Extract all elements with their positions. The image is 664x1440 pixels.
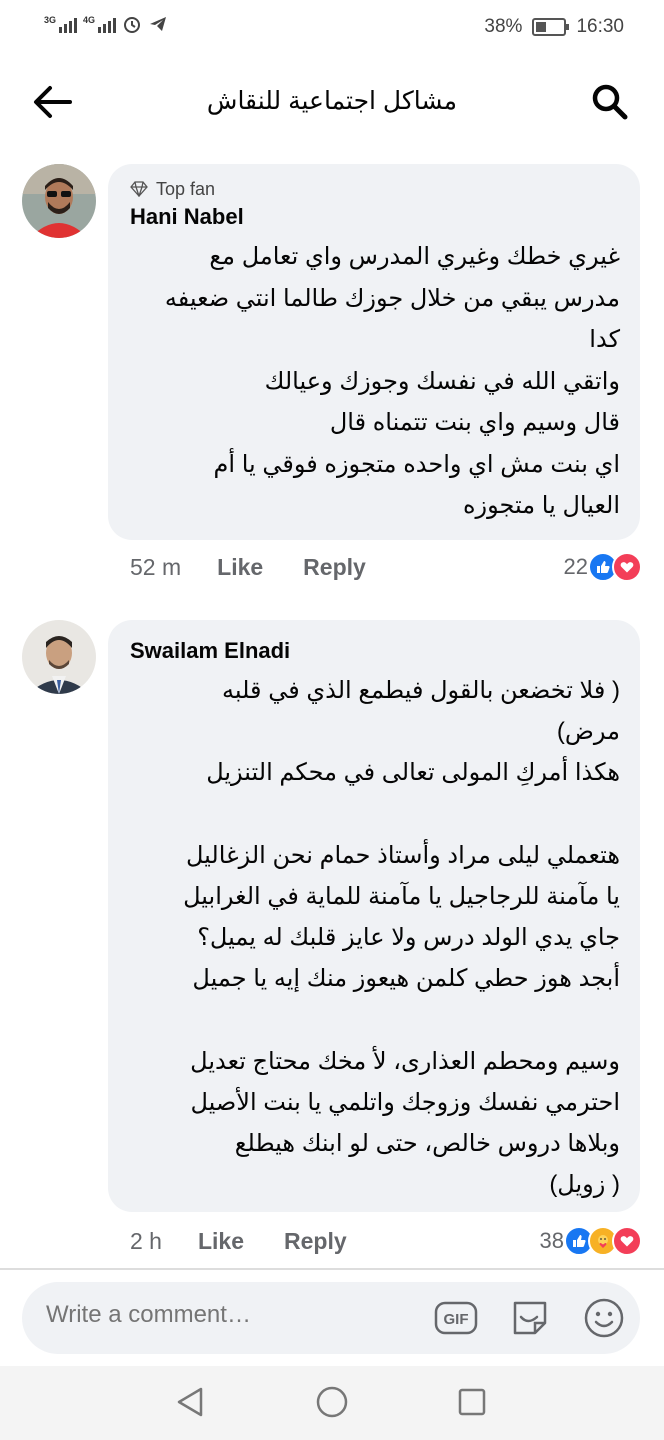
square-recents-icon — [458, 1388, 486, 1416]
sticker-button[interactable] — [508, 1296, 552, 1340]
nav-home-button[interactable] — [312, 1382, 352, 1422]
nav-back-button[interactable] — [170, 1382, 210, 1422]
reply-button[interactable]: Reply — [284, 1228, 347, 1255]
badge-label: Top fan — [156, 178, 216, 199]
battery-fill — [536, 22, 547, 32]
page-header: مشاكل اجتماعية للنقاش — [0, 56, 664, 148]
comment-text: غيري خطك وغيري المدرس واي تعامل مع مدرس … — [164, 243, 620, 519]
love-reaction-icon — [612, 1226, 642, 1256]
reaction-count: 22 — [563, 554, 588, 579]
status-bar: 3G 4G 38% 16:30 — [0, 0, 664, 56]
emoji-button[interactable] — [582, 1296, 626, 1340]
signal-3g-icon: 3G — [44, 15, 78, 33]
comment-time[interactable]: 52 m — [130, 554, 181, 581]
sticker-icon — [513, 1301, 547, 1335]
telegram-icon — [150, 17, 167, 31]
reply-button[interactable]: Reply — [303, 554, 366, 581]
gif-button[interactable]: GIF — [434, 1296, 478, 1340]
reaction-count: 38 — [539, 1228, 564, 1253]
gif-icon: GIF — [434, 1301, 478, 1335]
emoji-icon — [584, 1298, 624, 1338]
comment-time[interactable]: 2 h — [130, 1228, 162, 1255]
comment-author[interactable]: Hani Nabel — [130, 204, 620, 230]
comment-author[interactable]: Swailam Elnadi — [130, 638, 620, 664]
reactions-summary[interactable]: 38 — [540, 1226, 642, 1256]
search-button[interactable] — [586, 78, 634, 126]
circle-home-icon — [316, 1386, 348, 1418]
battery-percent: 38% — [484, 16, 523, 37]
alarm-icon — [124, 17, 141, 33]
comment-actions: 52 m Like Reply 22 — [130, 552, 642, 582]
comment-text: ( فلا تخضعن بالقول فيطمع الذي في قلبه مر… — [183, 677, 620, 1199]
comment-bubble[interactable]: Swailam Elnadi ( فلا تخضعن بالقول فيطمع … — [108, 620, 640, 1212]
avatar[interactable] — [22, 164, 96, 238]
system-nav-bar — [0, 1366, 664, 1440]
avatar[interactable] — [22, 620, 96, 694]
top-fan-badge: Top fan — [130, 178, 620, 200]
comment-composer[interactable]: GIF — [22, 1282, 640, 1354]
comment-actions: 2 h Like Reply 38 — [130, 1226, 642, 1256]
like-button[interactable]: Like — [217, 554, 263, 581]
page-title: مشاكل اجتماعية للنقاش — [206, 87, 458, 115]
search-icon — [592, 84, 628, 120]
comment-composer-bar: GIF — [0, 1268, 664, 1366]
gif-label: GIF — [444, 1311, 469, 1328]
diamond-icon — [130, 181, 148, 197]
clock: 16:30 — [576, 16, 624, 37]
status-left: 3G 4G — [44, 14, 168, 34]
comment-bubble[interactable]: Top fan Hani Nabel غيري خطك وغيري المدرس… — [108, 164, 640, 540]
reactions-summary[interactable]: 22 — [564, 552, 642, 582]
triangle-back-icon — [177, 1387, 203, 1417]
like-button[interactable]: Like — [198, 1228, 244, 1255]
love-reaction-icon — [612, 552, 642, 582]
status-right: 38% 16:30 — [484, 16, 624, 38]
nav-recents-button[interactable] — [452, 1382, 492, 1422]
battery-icon — [532, 18, 570, 36]
signal-4g-icon: 4G — [83, 15, 117, 33]
comment-input[interactable] — [44, 1300, 428, 1330]
